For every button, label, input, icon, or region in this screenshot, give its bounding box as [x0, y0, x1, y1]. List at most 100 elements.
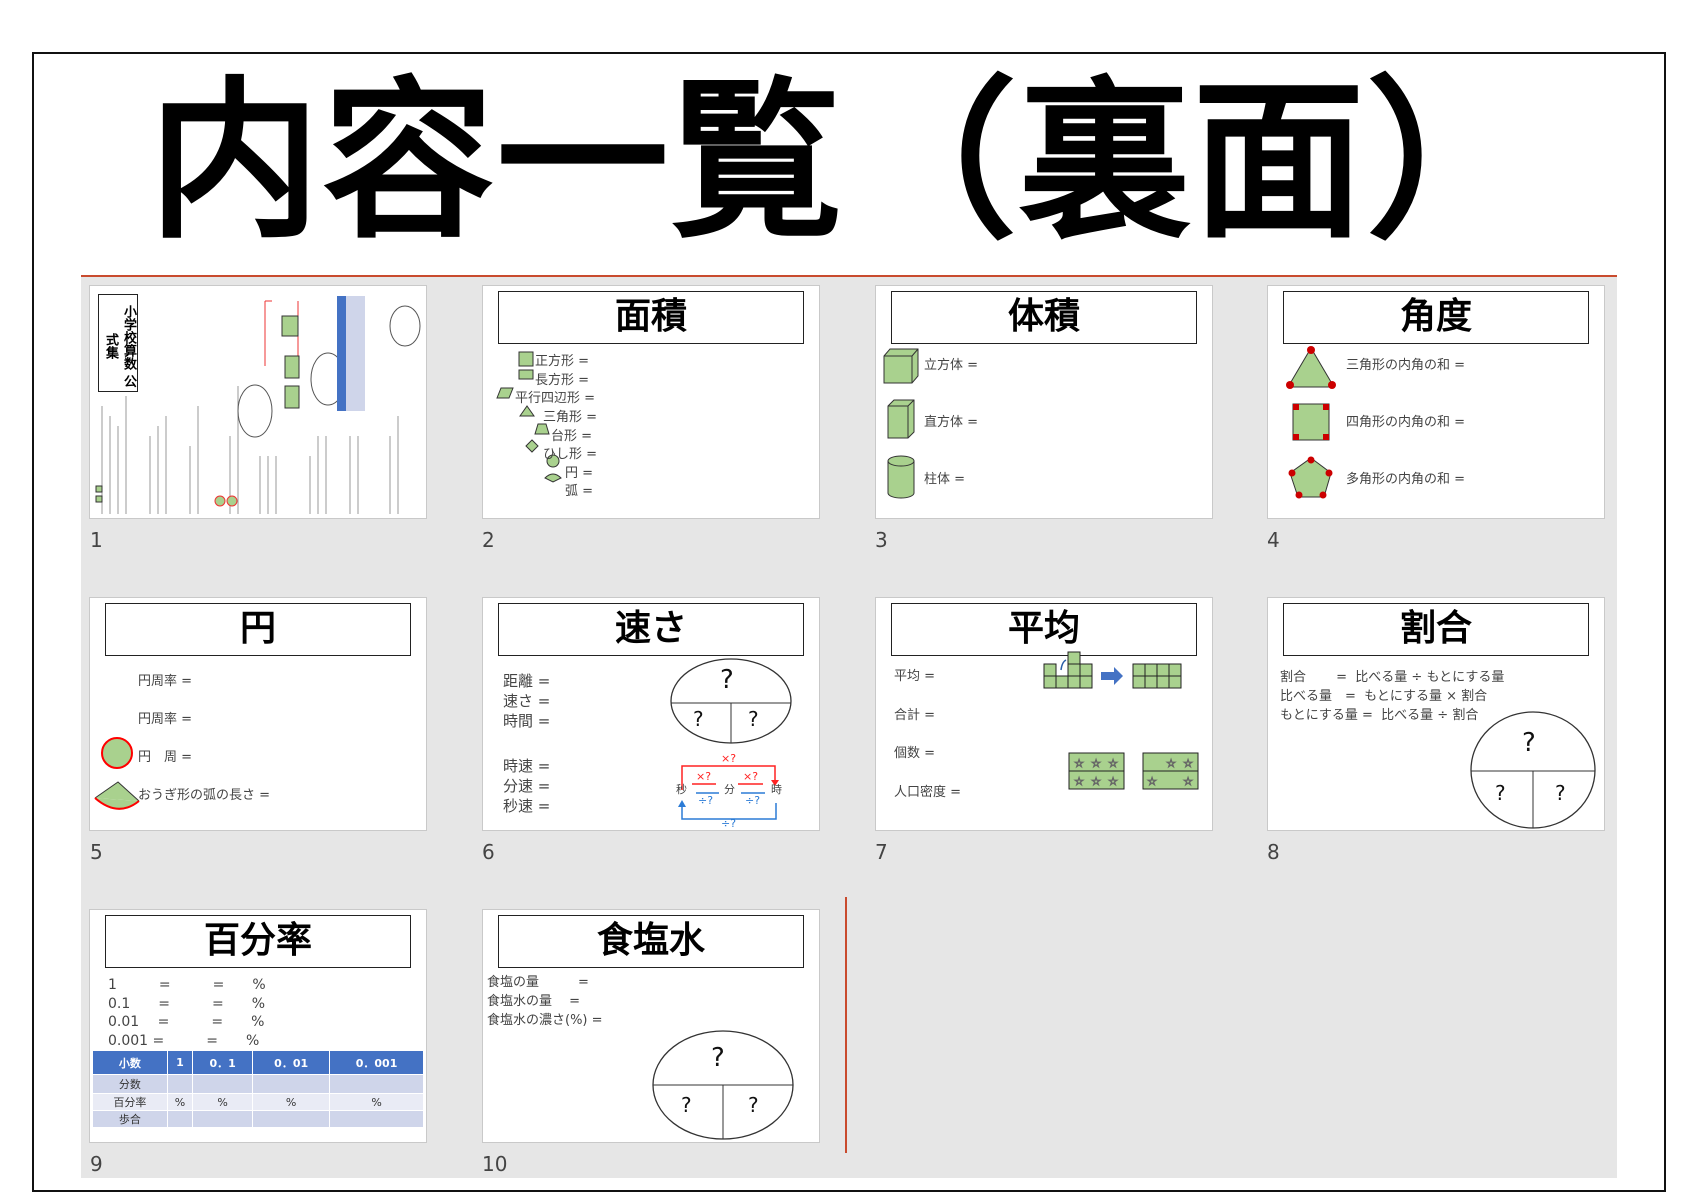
- formula-parallelogram: 平行四辺形 =: [515, 391, 596, 406]
- formula-quadrilateral-angles: 四角形の内角の和 =: [1346, 415, 1466, 430]
- table-row: 歩合: [92, 1110, 424, 1128]
- formula-prism: 柱体 =: [924, 472, 966, 487]
- slide-thumbnail-7[interactable]: 平均 平均 = 合計 = 個数 = 人口密度 = ☆ ☆ ☆ ☆ ☆ ☆ ☆ ☆ ☆ ☆: [875, 597, 1213, 831]
- cube-icon: [883, 348, 919, 384]
- unit-second: 秒: [676, 783, 687, 796]
- speed-diagram-top: ?: [720, 665, 734, 695]
- svg-text:☆: ☆: [1166, 757, 1176, 770]
- formula-sheet-miniature: [95, 296, 421, 514]
- formula-arc: 弧 =: [565, 484, 594, 499]
- slide-thumbnail-4[interactable]: 角度 三角形の内角の和 = 四角形の内角の和 = 多角形の内角の和 =: [1267, 285, 1605, 519]
- mul-label-top: ×?: [721, 752, 737, 765]
- slide-number-5: 5: [90, 840, 103, 864]
- formula-trapezoid: 台形 =: [551, 429, 593, 444]
- saltwater-diagram-left: ?: [681, 1093, 692, 1117]
- svg-text:☆: ☆: [1183, 757, 1193, 770]
- formula-cube: 立方体 =: [924, 358, 979, 373]
- svg-text:☆: ☆: [1091, 757, 1101, 770]
- ratio-diagram-left: ?: [1495, 781, 1506, 805]
- formula-rectangle: 長方形 =: [535, 373, 590, 388]
- slide-number-6: 6: [482, 840, 495, 864]
- mul-label-2: ×?: [743, 770, 759, 783]
- slide-thumbnail-1[interactable]: 小学校算数 公式集: [89, 285, 427, 519]
- triangle-icon: [519, 405, 535, 417]
- mul-label-1: ×?: [696, 770, 712, 783]
- table-cell: [329, 1110, 424, 1128]
- div-label-2: ÷?: [745, 794, 761, 807]
- svg-text:☆: ☆: [1147, 775, 1157, 788]
- rectangle-icon: [518, 369, 534, 380]
- page-title: 内容一覧（裏面）: [148, 61, 1541, 262]
- slide-number-1: 1: [90, 528, 103, 552]
- slide-thumbnail-6[interactable]: 速さ 距離 = 速さ = 時間 = 時速 = 分速 = 秒速 = ? ? ? ×…: [482, 597, 820, 831]
- formula-circumference: 円 周 =: [138, 750, 193, 765]
- percent-line-4: 0.001 = = %: [108, 1033, 260, 1049]
- slide-thumbnail-2[interactable]: 面積 正方形 = 長方形 = 平行四辺形 = 三角形 = 台形 = ひし形 = …: [482, 285, 820, 519]
- table-row: 百分率%%%%: [92, 1093, 424, 1111]
- table-cell: 小数: [92, 1050, 168, 1075]
- speed-diagram-left: ?: [693, 707, 704, 731]
- table-cell: 0．01: [252, 1050, 331, 1075]
- formula-triangle-angles: 三角形の内角の和 =: [1346, 358, 1466, 373]
- square-icon: [518, 351, 534, 367]
- arc-icon: [544, 473, 562, 483]
- svg-text:☆: ☆: [1074, 757, 1084, 770]
- slide-number-2: 2: [482, 528, 495, 552]
- slide-number-9: 9: [90, 1152, 103, 1176]
- slide-number-10: 10: [482, 1152, 508, 1176]
- percent-line-2: 0.1 = = %: [108, 996, 266, 1012]
- table-cell: [329, 1074, 424, 1094]
- percent-line-1: 1 = = %: [108, 977, 266, 993]
- saltwater-diagram-top: ?: [711, 1043, 725, 1073]
- arrow-right-icon: [1101, 667, 1123, 685]
- formula-cuboid: 直方体 =: [924, 415, 979, 430]
- slide-number-8: 8: [1267, 840, 1280, 864]
- circle-icon: [101, 737, 133, 769]
- parallelogram-icon: [496, 387, 514, 399]
- table-cell: [166, 1074, 194, 1094]
- percent-table: 小数 1 0．1 0．01 0．001 分数 百分率%%%% 歩合: [92, 1050, 424, 1128]
- speed-diagram-right: ?: [748, 707, 759, 731]
- slide-thumbnail-8[interactable]: 割合 割合 = 比べる量 ÷ もとにする量 比べる量 = もとにする量 × 割合…: [1267, 597, 1605, 831]
- ratio-diagram-right: ?: [1555, 781, 1566, 805]
- cylinder-icon: [887, 461, 915, 499]
- slide-number-4: 4: [1267, 528, 1280, 552]
- table-cell: [252, 1110, 331, 1128]
- saltwater-diagram-right: ?: [748, 1093, 759, 1117]
- slide-thumbnail-9[interactable]: 百分率 1 = = % 0.1 = = % 0.01 = = % 0.001 =…: [89, 909, 427, 1143]
- div-label-bottom: ÷?: [721, 817, 737, 830]
- formula-polygon-angles: 多角形の内角の和 =: [1346, 472, 1466, 487]
- div-label-1: ÷?: [698, 794, 714, 807]
- slide-number-7: 7: [875, 840, 888, 864]
- unit-minute: 分: [724, 783, 735, 796]
- formula-pi: 円周率 =: [138, 674, 193, 689]
- slide-thumbnail-10[interactable]: 食塩水 食塩の量 = 食塩水の量 = 食塩水の濃さ(%) = ? ? ?: [482, 909, 820, 1143]
- table-cell: [192, 1074, 254, 1094]
- rhombus-icon: [525, 439, 539, 453]
- table-cell: %: [192, 1093, 254, 1111]
- formula-rhombus: ひし形 =: [543, 447, 598, 462]
- slide-thumbnail-3[interactable]: 体積 立方体 = 直方体 = 柱体 =: [875, 285, 1213, 519]
- table-cell: 1: [166, 1050, 194, 1075]
- formula-arc-length: おうぎ形の弧の長さ =: [138, 788, 271, 803]
- table-cell: %: [252, 1093, 331, 1111]
- table-cell: 0．001: [329, 1050, 424, 1075]
- table-cell: %: [329, 1093, 424, 1111]
- trapezoid-icon: [534, 423, 550, 435]
- svg-text:☆: ☆: [1108, 757, 1118, 770]
- slide-thumbnail-5[interactable]: 円 円周率 = 円周率 = 円 周 = おうぎ形の弧の長さ =: [89, 597, 427, 831]
- pentagon-icon: [1289, 457, 1332, 498]
- slide-9-title: 百分率: [105, 915, 411, 968]
- slide-number-3: 3: [875, 528, 888, 552]
- formula-square: 正方形 =: [535, 354, 590, 369]
- svg-text:☆: ☆: [1074, 775, 1084, 788]
- table-cell: 歩合: [92, 1110, 168, 1128]
- svg-text:☆: ☆: [1108, 775, 1118, 788]
- table-row: 分数: [92, 1074, 424, 1094]
- insertion-cursor: [845, 897, 847, 1153]
- table-cell: %: [166, 1093, 194, 1111]
- percent-line-3: 0.01 = = %: [108, 1014, 265, 1030]
- table-cell: [192, 1110, 254, 1128]
- table-cell: 分数: [92, 1074, 168, 1094]
- table-cell: 0．1: [192, 1050, 254, 1075]
